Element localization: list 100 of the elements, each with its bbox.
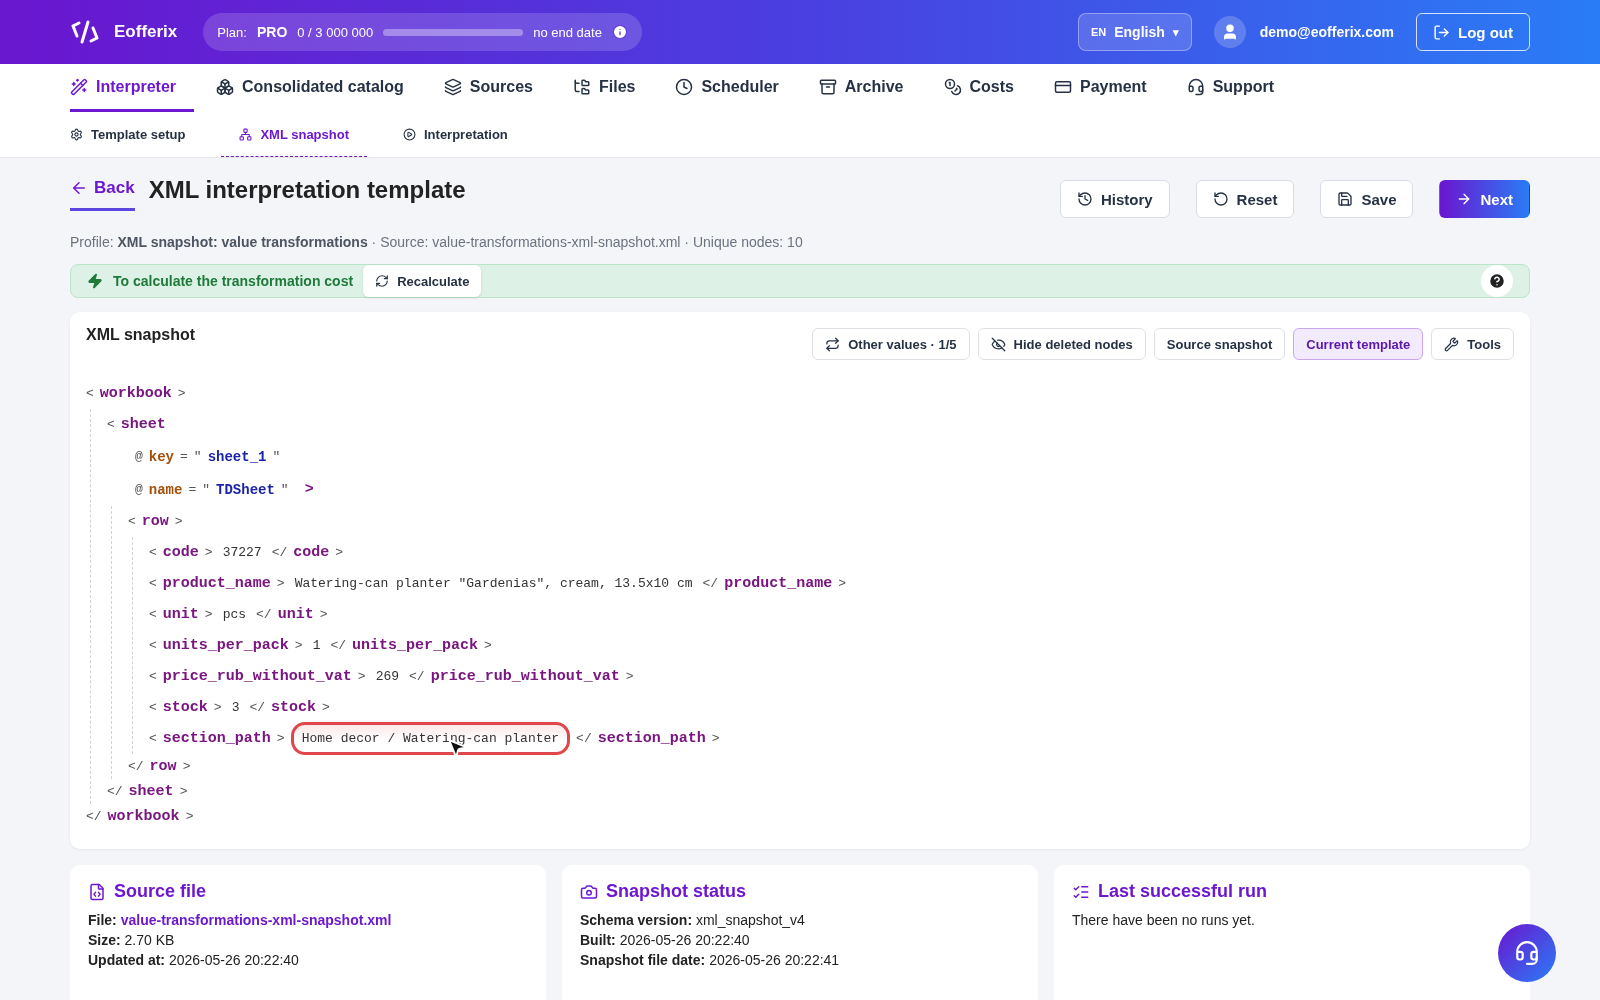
nav-tab[interactable]: Payment	[1035, 64, 1165, 112]
recalculate-button[interactable]: Recalculate	[363, 265, 482, 297]
tag-name: row	[149, 758, 177, 775]
clock-icon	[675, 77, 694, 96]
tag-bracket: >	[185, 809, 194, 824]
tag-name: section_path	[597, 730, 706, 747]
tag-name: row	[141, 513, 169, 530]
toolbar-button[interactable]: Hide deleted nodes	[977, 328, 1146, 360]
tag-bracket: <	[149, 700, 157, 715]
headset-icon	[1514, 940, 1540, 966]
attribute-value: TDSheet	[216, 481, 275, 498]
help-button[interactable]	[1481, 265, 1513, 297]
action-button[interactable]: Save	[1320, 180, 1414, 218]
field-value: xml_snapshot_v4	[695, 912, 805, 928]
nav-tab[interactable]: Costs	[925, 64, 1032, 112]
camera-icon	[580, 882, 598, 901]
action-button[interactable]: Next	[1439, 180, 1530, 218]
archive-icon	[818, 77, 837, 96]
wand-icon	[70, 77, 88, 96]
tag-bracket: </	[256, 607, 272, 622]
help-icon	[1488, 272, 1506, 290]
toolbar-button[interactable]: Source snapshot	[1153, 328, 1286, 360]
toolbar-button[interactable]: Tools	[1431, 328, 1514, 360]
tag-bracket: </	[107, 784, 123, 799]
field-value: 2026-05-26 20:22:40	[619, 932, 750, 948]
tag-bracket: </	[409, 669, 425, 684]
tag-name: unit	[162, 606, 199, 623]
plan-name: PRO	[256, 24, 288, 40]
file-link[interactable]: value-transformations-xml-snapshot.xml	[120, 912, 392, 928]
highlighted-value: Home decor / Watering-can planter	[290, 722, 571, 755]
toolbar-button[interactable]: Other values · 1/5	[812, 328, 970, 360]
file-code-icon	[88, 882, 106, 901]
field-label: Size:	[88, 932, 121, 948]
tag-name: sheet	[120, 416, 166, 433]
tag-bracket: >	[322, 700, 330, 715]
tag-name: product_name	[724, 575, 833, 592]
back-link[interactable]: Back	[70, 174, 135, 211]
tag-bracket: >	[204, 545, 213, 560]
quote-mark: "	[202, 482, 211, 497]
node-value: 3	[230, 699, 241, 717]
field-value: 2026-05-26 20:22:41	[709, 952, 840, 968]
toolbar-button[interactable]: Current template	[1293, 328, 1424, 360]
tag-name: sheet	[128, 783, 174, 800]
tag-bracket: <	[149, 576, 157, 591]
avatar-icon	[1213, 16, 1246, 48]
tag-bracket: >	[276, 576, 285, 591]
nav-tab[interactable]: Support	[1168, 64, 1292, 112]
logout-button[interactable]: Log out	[1416, 13, 1530, 51]
play-icon	[403, 127, 416, 141]
field-label: Schema version:	[580, 912, 693, 928]
info-icon	[611, 24, 628, 40]
tag-bracket: </	[249, 700, 266, 715]
profile-info: Profile: XML snapshot: value transformations · Source: value-transformations-xml-snapshot.xml · Unique nodes: 10	[70, 234, 804, 250]
tag-bracket: >	[179, 784, 188, 799]
language-select[interactable]: EN English ▾	[1077, 13, 1192, 51]
tag-bracket: >	[276, 731, 285, 746]
quote-mark: "	[193, 449, 202, 464]
at-sign: @	[135, 482, 143, 497]
at-sign: @	[135, 449, 143, 464]
node-value: Watering-can planter "Gardenias", cream, 13.5x10 cm	[293, 575, 694, 593]
card-title: Source file	[114, 881, 207, 902]
tag-bracket: >	[213, 700, 222, 715]
node-value: 269	[374, 668, 401, 686]
node-value: 1	[311, 637, 322, 655]
attribute-name: name	[148, 481, 183, 498]
tag-bracket: >	[204, 607, 213, 622]
sub-tab[interactable]: Interpretation	[403, 112, 508, 157]
panel-title: XML snapshot	[86, 326, 196, 344]
hierarchy-icon	[239, 127, 253, 141]
tag-bracket: <	[107, 417, 115, 432]
attribute-name: key	[148, 448, 175, 465]
field-label: Built:	[580, 932, 616, 948]
node-value: 37227	[221, 544, 263, 562]
action-button[interactable]: History	[1059, 180, 1170, 218]
nav-tab[interactable]: Sources	[425, 64, 551, 112]
plan-end-date: no end date	[533, 24, 602, 40]
field-label: Snapshot file date:	[580, 952, 706, 968]
history-icon	[1076, 191, 1093, 207]
headset-icon	[1186, 77, 1205, 96]
nav-tab[interactable]: Scheduler	[657, 64, 797, 112]
tag-bracket: </	[86, 809, 102, 824]
card-title: Snapshot status	[606, 881, 747, 902]
quote-mark: "	[280, 482, 289, 497]
repeat-icon	[825, 336, 841, 352]
nav-tab[interactable]: Archive	[800, 64, 922, 112]
save-icon	[1337, 191, 1354, 207]
tag-bracket: >	[838, 576, 846, 591]
action-button[interactable]: Reset	[1195, 180, 1295, 218]
nav-tab[interactable]: Consolidated catalog	[198, 64, 422, 112]
tag-name: section_path	[162, 730, 271, 747]
tag-bracket: >	[177, 386, 186, 401]
tag-bracket: <	[149, 607, 157, 622]
nav-tab[interactable]: Files	[554, 64, 654, 112]
sub-tab[interactable]: Template setup	[70, 112, 186, 157]
support-button[interactable]	[1498, 924, 1556, 982]
page-title: XML interpretation template	[148, 175, 466, 204]
field-value: 2.70 KB	[124, 932, 175, 948]
sub-tab[interactable]: XML snapshot	[221, 112, 367, 157]
tag-name: code	[293, 544, 330, 561]
tag-bracket: </	[576, 731, 592, 746]
